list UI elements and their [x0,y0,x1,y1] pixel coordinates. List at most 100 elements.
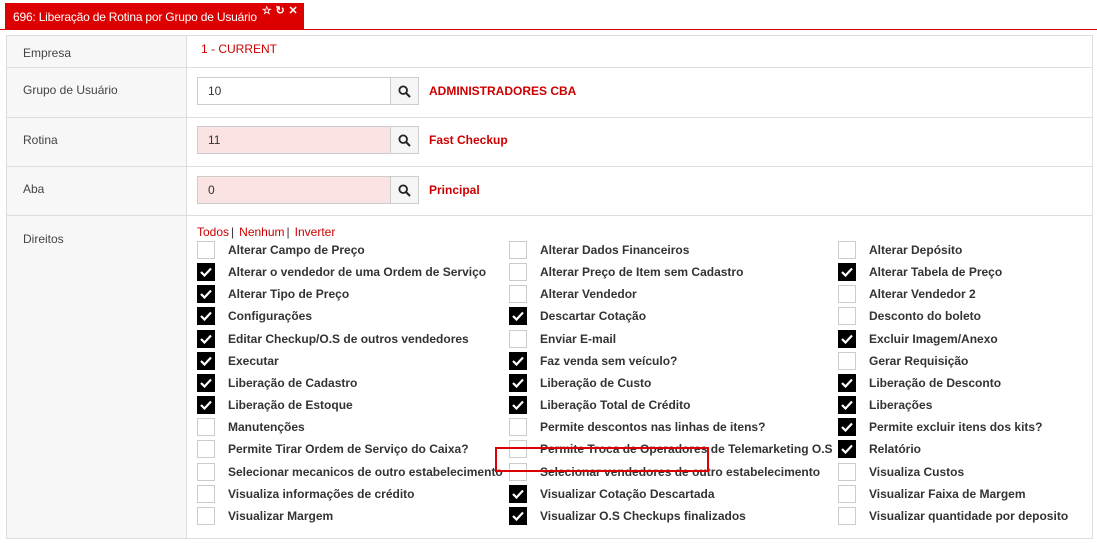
right-item-gerar-requisicao[interactable]: Gerar Requisição [838,351,968,371]
right-item-faz-venda-sem-veiculo[interactable]: Faz venda sem veículo? [509,351,677,371]
window-title: 696: Liberação de Rotina por Grupo de Us… [13,9,257,24]
checkbox-label: Executar [228,353,279,368]
right-item-liberacao-de-custo[interactable]: Liberação de Custo [509,373,651,393]
checkbox[interactable] [509,396,527,415]
checkbox[interactable] [509,440,527,459]
checkbox-label: Excluir Imagem/Anexo [869,331,998,346]
checkbox[interactable] [838,396,856,415]
checkbox[interactable] [197,307,215,326]
checkbox[interactable] [197,351,215,370]
checkbox[interactable] [197,440,215,459]
rotina-input[interactable]: 11 [197,126,391,154]
window-tab[interactable]: 696: Liberação de Rotina por Grupo de Us… [5,3,304,30]
checkbox[interactable] [197,263,215,282]
right-item-visualiza-informacoes-de-credito[interactable]: Visualiza informações de crédito [197,484,415,504]
right-item-alterar-dados-financeiros[interactable]: Alterar Dados Financeiros [509,240,689,260]
checkbox[interactable] [197,418,215,437]
checkbox[interactable] [838,351,856,370]
right-item-relatorio[interactable]: Relatório [838,439,921,459]
checkbox[interactable] [838,263,856,282]
invert-selection-link[interactable]: Inverter [295,225,336,239]
checkbox[interactable] [509,418,527,437]
right-item-permite-excluir-itens-dos-kits[interactable]: Permite excluir itens dos kits? [838,417,1042,437]
checkbox[interactable] [838,418,856,437]
checkbox[interactable] [838,285,856,304]
checkbox-label: Visualiza Custos [869,464,965,479]
right-item-permite-troca-de-operadores-de-telemarketing-o-s[interactable]: Permite Troca de Operadores de Telemarke… [509,439,833,459]
checkbox[interactable] [197,462,215,481]
right-item-visualiza-custos[interactable]: Visualiza Custos [838,462,964,482]
right-item-liberacao-de-estoque[interactable]: Liberação de Estoque [197,395,353,415]
checkbox-label: Visualiza informações de crédito [228,486,415,501]
checkbox[interactable] [509,484,527,503]
close-icon[interactable]: ✕ [289,6,298,17]
checkbox[interactable] [838,373,856,392]
checkbox[interactable] [838,307,856,326]
checkbox[interactable] [838,506,856,525]
right-item-visualizar-faixa-de-margem[interactable]: Visualizar Faixa de Margem [838,484,1026,504]
right-item-alterar-vendedor[interactable]: Alterar Vendedor [509,284,637,304]
right-item-liberacao-de-cadastro[interactable]: Liberação de Cadastro [197,373,357,393]
refresh-icon[interactable]: ↻ [276,6,285,17]
checkbox[interactable] [509,241,527,259]
checkbox[interactable] [197,285,215,304]
checkbox[interactable] [509,351,527,370]
checkbox-label: Manutenções [228,420,305,435]
right-item-alterar-tipo-de-preco[interactable]: Alterar Tipo de Preço [197,284,349,304]
right-item-alterar-tabela-de-preco[interactable]: Alterar Tabela de Preço [838,262,1002,282]
star-icon[interactable]: ☆ [262,6,272,17]
checkbox[interactable] [509,506,527,525]
grupo-usuario-input[interactable]: 10 [197,77,391,105]
checkbox-label: Alterar Depósito [869,243,963,257]
right-item-configuracoes[interactable]: Configurações [197,306,312,326]
right-item-manutencoes[interactable]: Manutenções [197,417,305,437]
checkbox[interactable] [197,373,215,392]
aba-input[interactable]: 0 [197,176,391,204]
right-item-liberacao-total-de-credito[interactable]: Liberação Total de Crédito [509,395,690,415]
checkbox[interactable] [838,484,856,503]
right-item-visualizar-cotacao-descartada[interactable]: Visualizar Cotação Descartada [509,484,715,504]
right-item-excluir-imagem-anexo[interactable]: Excluir Imagem/Anexo [838,329,998,349]
select-all-link[interactable]: Todos [197,225,229,239]
checkbox[interactable] [838,462,856,481]
checkbox[interactable] [838,329,856,348]
checkbox[interactable] [509,307,527,326]
checkbox[interactable] [509,462,527,481]
checkbox[interactable] [197,329,215,348]
rotina-search-button[interactable] [390,126,419,154]
checkbox-label: Liberação de Desconto [869,375,1002,390]
checkbox[interactable] [838,440,856,459]
right-item-enviar-e-mail[interactable]: Enviar E-mail [509,329,616,349]
checkbox-label: Liberação de Cadastro [228,375,358,390]
right-item-alterar-deposito[interactable]: Alterar Depósito [838,240,962,260]
checkbox[interactable] [509,373,527,392]
right-item-alterar-o-vendedor-de-uma-ordem-de-servico[interactable]: Alterar o vendedor de uma Ordem de Servi… [197,262,486,282]
right-item-visualizar-quantidade-por-deposito[interactable]: Visualizar quantidade por deposito [838,506,1068,526]
right-item-selecionar-mecanicos-de-outro-estabelecimento[interactable]: Selecionar mecanicos de outro estabeleci… [197,462,503,482]
right-item-visualizar-o-s-checkups-finalizados[interactable]: Visualizar O.S Checkups finalizados [509,506,746,526]
right-item-executar[interactable]: Executar [197,351,279,371]
checkbox[interactable] [509,329,527,348]
checkbox[interactable] [197,506,215,525]
checkbox[interactable] [509,263,527,282]
select-none-link[interactable]: Nenhum [239,225,284,239]
grupo-usuario-search-button[interactable] [390,77,419,105]
right-item-liberacao-de-desconto[interactable]: Liberação de Desconto [838,373,1001,393]
right-item-alterar-preco-de-item-sem-cadastro[interactable]: Alterar Preço de Item sem Cadastro [509,262,743,282]
right-item-permite-descontos-nas-linhas-de-itens[interactable]: Permite descontos nas linhas de itens? [509,417,765,437]
checkbox[interactable] [197,484,215,503]
right-item-alterar-vendedor-2[interactable]: Alterar Vendedor 2 [838,284,976,304]
right-item-alterar-campo-de-preco[interactable]: Alterar Campo de Preço [197,240,365,260]
right-item-editar-checkup-o-s-de-outros-vendedores[interactable]: Editar Checkup/O.S de outros vendedores [197,329,469,349]
right-item-permite-tirar-ordem-de-servico-do-caixa[interactable]: Permite Tirar Ordem de Serviço do Caixa? [197,439,469,459]
checkbox[interactable] [197,396,215,415]
checkbox[interactable] [838,241,856,259]
right-item-visualizar-margem[interactable]: Visualizar Margem [197,506,333,526]
checkbox[interactable] [197,241,215,259]
right-item-desconto-do-boleto[interactable]: Desconto do boleto [838,306,981,326]
right-item-liberacoes[interactable]: Liberações [838,395,932,415]
right-item-selecionar-vendedores-de-outro-estabelecimento[interactable]: Selecionar vendedores de outro estabelec… [509,462,820,482]
right-item-descartar-cotacao[interactable]: Descartar Cotação [509,306,646,326]
aba-search-button[interactable] [390,176,419,204]
checkbox[interactable] [509,285,527,304]
